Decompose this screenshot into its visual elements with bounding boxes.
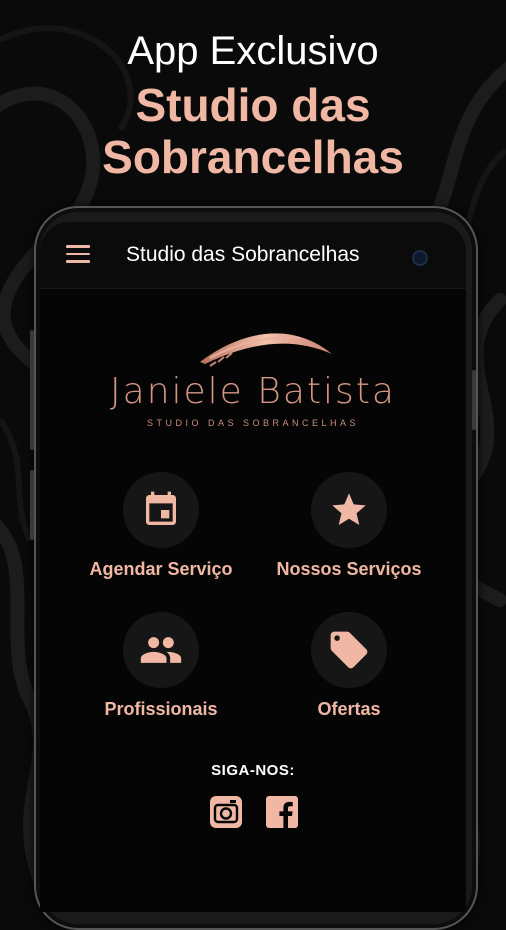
tile-icon-circle bbox=[123, 612, 199, 688]
brand-subtitle: STUDIO DAS SOBRANCELHAS bbox=[146, 418, 360, 428]
tile-icon-circle bbox=[311, 612, 387, 688]
promo-app-name-line2: Sobrancelhas bbox=[102, 131, 404, 183]
follow-us-label: SIGA-NOS: bbox=[211, 762, 295, 779]
menu-tile-ofertas[interactable]: Ofertas bbox=[254, 612, 444, 724]
promo-app-name-line1: Studio das bbox=[135, 79, 371, 131]
promo-title: App Exclusivo bbox=[127, 29, 379, 73]
tile-icon-circle bbox=[123, 472, 199, 548]
tile-label: Ofertas bbox=[317, 699, 381, 719]
phone-side-button bbox=[30, 470, 34, 540]
tile-icon-circle bbox=[311, 472, 387, 548]
instagram-icon[interactable] bbox=[210, 796, 242, 828]
menu-tile-profissionais[interactable]: Profissionais bbox=[66, 612, 256, 724]
people-icon bbox=[140, 637, 182, 663]
phone-side-button bbox=[472, 370, 476, 430]
menu-tile-agendar[interactable]: Agendar Serviço bbox=[66, 472, 256, 584]
tile-label: Profissionais bbox=[104, 699, 218, 719]
calendar-icon bbox=[146, 491, 176, 525]
brand-name: Janiele Batista bbox=[110, 371, 396, 412]
tile-label: Agendar Serviço bbox=[89, 559, 233, 579]
facebook-icon[interactable] bbox=[266, 796, 298, 828]
tags-icon bbox=[330, 631, 368, 669]
star-icon bbox=[332, 493, 366, 525]
phone-side-button bbox=[30, 330, 34, 450]
app-screen: Studio das Sobrancelhas Janiele Batista … bbox=[40, 222, 466, 912]
menu-tile-servicos[interactable]: Nossos Serviços bbox=[254, 472, 444, 584]
tile-label: Nossos Serviços bbox=[276, 559, 422, 579]
